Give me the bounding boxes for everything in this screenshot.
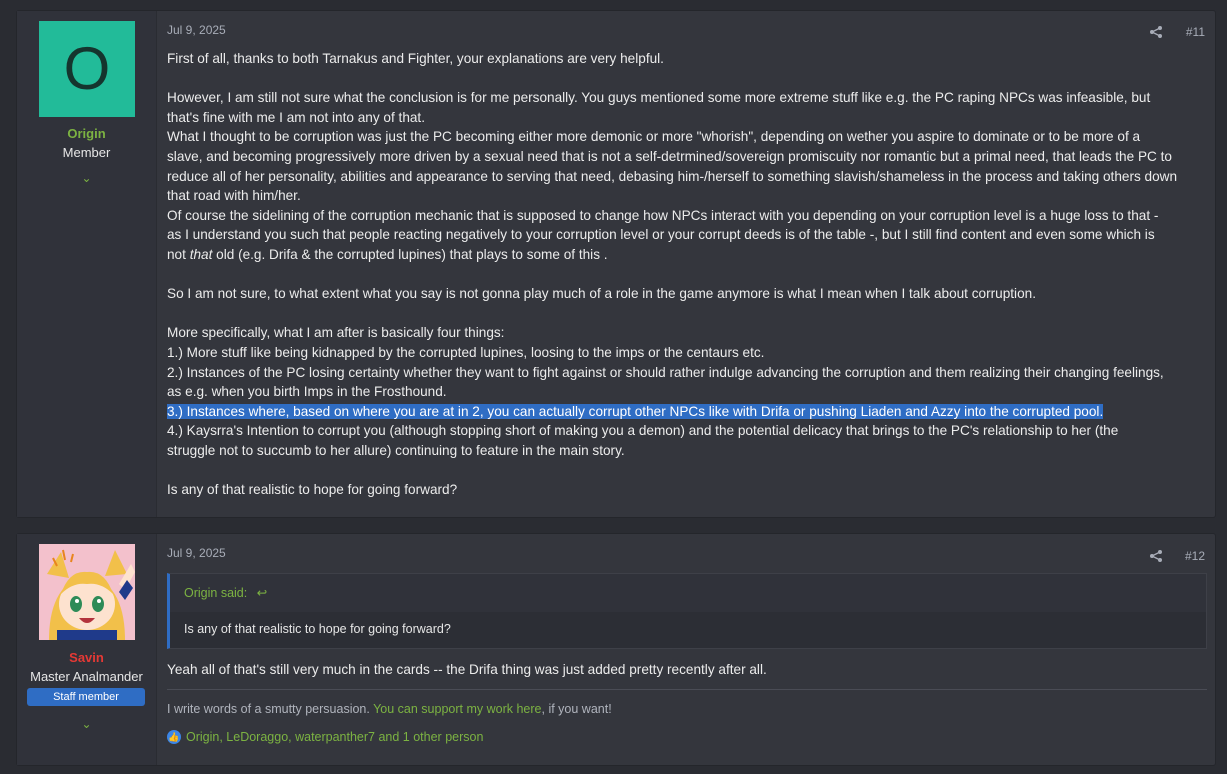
support-link[interactable]: You can support my work here — [373, 702, 541, 716]
chevron-down-icon[interactable]: ⌄ — [17, 717, 156, 731]
quote-block: Origin said: ↩ Is any of that realistic … — [167, 573, 1207, 649]
paragraph: 1.) More stuff like being kidnapped by t… — [167, 344, 765, 360]
signature-divider — [167, 689, 1207, 690]
user-cell: Savin Master Analmander Staff member ⌄ — [17, 534, 157, 765]
signature: I write words of a smutty persuasion. Yo… — [167, 702, 612, 716]
post-number[interactable]: #12 — [1185, 549, 1205, 563]
paragraph: that's fine with me I am not into any of… — [167, 109, 425, 125]
username[interactable]: Savin — [17, 650, 156, 665]
user-title: Member — [62, 145, 111, 160]
paragraph: slave, and becoming progressively more d… — [167, 148, 1172, 164]
post-number[interactable]: #11 — [1186, 25, 1205, 39]
reactions-bar[interactable]: 👍 Origin, LeDoraggo, waterpanther7 and 1… — [167, 730, 483, 744]
anime-avatar-icon — [39, 544, 135, 640]
paragraph: reduce all of her personality, abilities… — [167, 168, 1178, 184]
username[interactable]: Origin — [17, 126, 156, 141]
message-cell: Jul 9, 2025 #11 First of all, thanks to … — [157, 11, 1215, 517]
selected-paragraph: 3.) Instances where, based on where you … — [167, 403, 1104, 419]
paragraph: First of all, thanks to both Tarnakus an… — [167, 51, 664, 66]
paragraph: as I understand you such that people rea… — [167, 227, 1155, 243]
post-body: First of all, thanks to both Tarnakus an… — [167, 49, 1205, 500]
quote-author[interactable]: Origin said: — [184, 586, 247, 600]
post-11: O Origin Member ⌄ Jul 9, 2025 #11 First … — [16, 10, 1216, 518]
paragraph: not that old (e.g. Drifa & the corrupted… — [167, 246, 608, 262]
paragraph: What I thought to be corruption was just… — [167, 129, 1141, 145]
paragraph: Of course the sidelining of the corrupti… — [167, 207, 1159, 223]
quote-header[interactable]: Origin said: ↩ — [170, 574, 1206, 612]
quote-text: Is any of that realistic to hope for goi… — [184, 622, 451, 636]
paragraph: struggle not to succumb to her allure) c… — [167, 442, 625, 458]
paragraph: that road with him/her. — [167, 188, 301, 204]
post-date[interactable]: Jul 9, 2025 — [167, 23, 226, 37]
avatar[interactable]: O — [39, 21, 135, 117]
post-date[interactable]: Jul 9, 2025 — [167, 546, 226, 560]
message-cell: Jul 9, 2025 #12 Origin said: ↩ Is any of… — [157, 534, 1215, 765]
share-icon[interactable] — [1149, 549, 1163, 563]
go-to-quote-icon[interactable]: ↩ — [257, 586, 267, 600]
paragraph: More specifically, what I am after is ba… — [167, 325, 505, 341]
user-title: Master Analmander — [30, 669, 143, 684]
paragraph: 4.) Kaysrra's Intention to corrupt you (… — [167, 423, 1119, 439]
staff-badge: Staff member — [27, 688, 145, 706]
reactions-list[interactable]: Origin, LeDoraggo, waterpanther7 and 1 o… — [186, 730, 483, 744]
like-icon: 👍 — [167, 730, 181, 744]
avatar[interactable] — [39, 544, 135, 640]
paragraph: as e.g. when you birth Imps in the Frost… — [167, 384, 447, 400]
user-cell: O Origin Member ⌄ — [17, 11, 157, 517]
paragraph: 2.) Instances of the PC losing certainty… — [167, 364, 1164, 380]
chevron-down-icon[interactable]: ⌄ — [17, 171, 156, 185]
share-icon[interactable] — [1149, 25, 1163, 39]
paragraph: Is any of that realistic to hope for goi… — [167, 482, 458, 498]
paragraph: So I am not sure, to what extent what yo… — [167, 286, 1036, 302]
post-12: Savin Master Analmander Staff member ⌄ J… — [16, 533, 1216, 766]
paragraph: However, I am still not sure what the co… — [167, 90, 1151, 106]
reply-text: Yeah all of that's still very much in th… — [167, 662, 767, 677]
